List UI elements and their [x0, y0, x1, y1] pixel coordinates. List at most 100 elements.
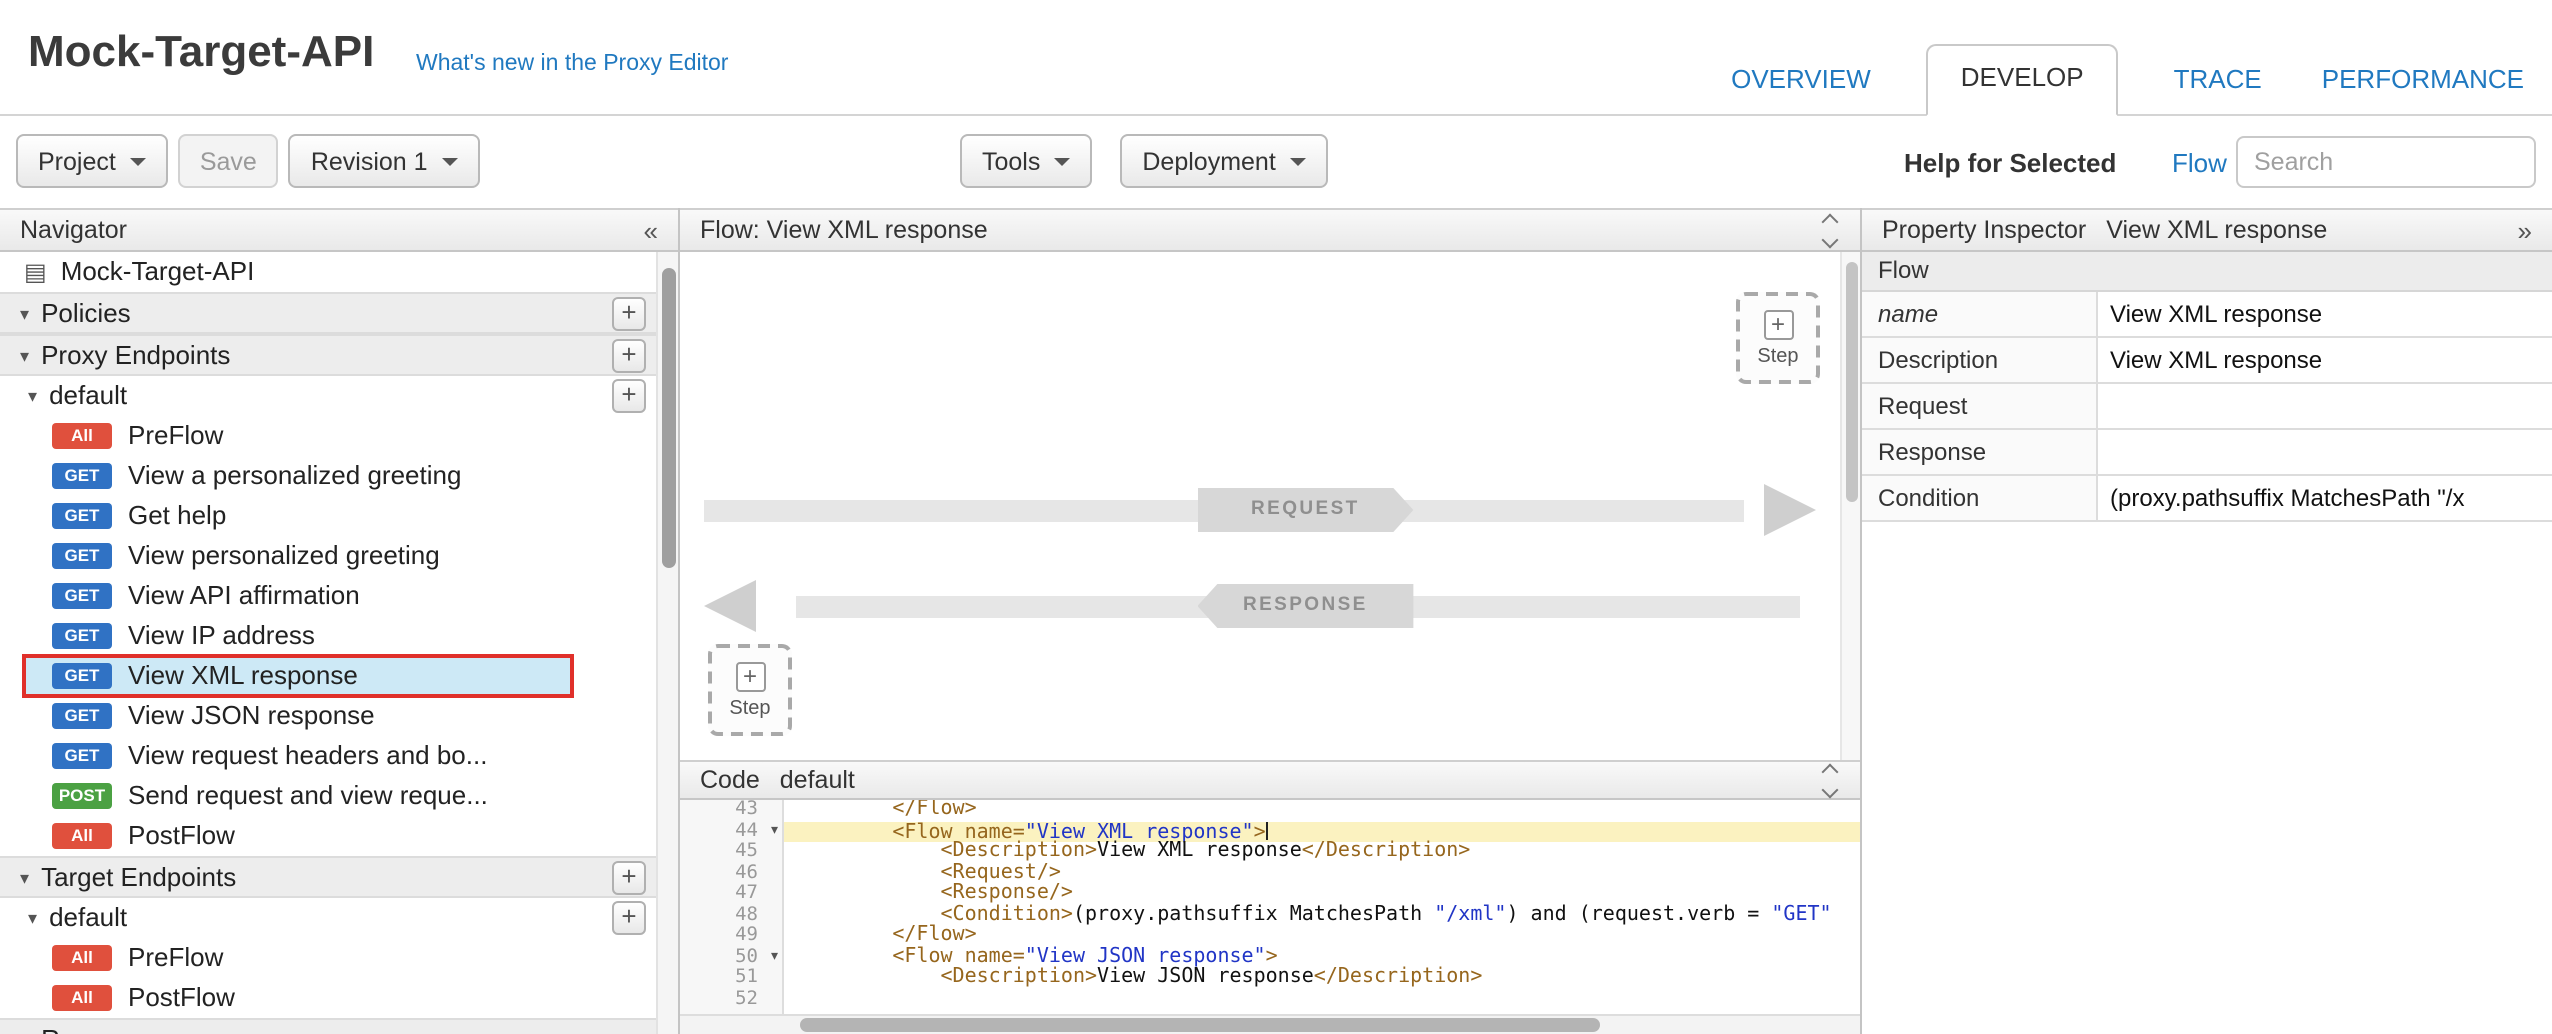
add-policy-button[interactable]: + — [612, 296, 646, 330]
flow-label: View a personalized greeting — [128, 456, 461, 496]
nav-flow-preflow[interactable]: All PreFlow — [0, 416, 678, 456]
scrollbar-thumb[interactable] — [1846, 262, 1858, 502]
add-step-button-response[interactable]: + Step — [1736, 292, 1820, 384]
property-value[interactable]: View XML response — [2098, 292, 2552, 336]
add-proxy-endpoint-button[interactable]: + — [612, 338, 646, 372]
code-line[interactable]: </Flow> — [784, 926, 1860, 947]
code-editor[interactable]: 43 44▾ 45 46 47 48 49 50▾ 51 52 </Flow> … — [680, 800, 1860, 1034]
method-badge-get: GET — [52, 543, 112, 569]
project-dropdown[interactable]: Project — [16, 134, 168, 188]
property-label: Description — [1862, 338, 2098, 382]
property-label: name — [1862, 292, 2098, 336]
code-line[interactable]: </Flow> — [784, 800, 1860, 821]
property-value[interactable]: View XML response — [2098, 338, 2552, 382]
code-line[interactable]: <Request/> — [784, 863, 1860, 884]
flow-canvas-scrollbar[interactable] — [1840, 252, 1860, 760]
request-flow-band: REQUEST — [680, 488, 1860, 532]
navigator-scrollbar[interactable] — [656, 252, 678, 1034]
method-badge-get: GET — [52, 703, 112, 729]
fold-toggle-icon[interactable]: ▾ — [771, 947, 778, 968]
expand-inspector-icon[interactable]: » — [2518, 215, 2532, 245]
scrollbar-thumb[interactable] — [800, 1018, 1600, 1032]
nav-section-clipped[interactable]: ▾Resources — [0, 1018, 678, 1034]
nav-section-policies[interactable]: ▾Policies + — [0, 292, 678, 334]
nav-flow-postflow[interactable]: All PostFlow — [0, 816, 678, 856]
scrollbar-thumb[interactable] — [662, 268, 676, 568]
nav-flow-view-xml-response-selected[interactable]: GET View XML response — [0, 656, 678, 696]
fold-toggle-icon[interactable]: ▾ — [771, 821, 778, 842]
nav-flow-view-a-personalized-greeting[interactable]: GET View a personalized greeting — [0, 456, 678, 496]
inspector-table: name View XML response Description View … — [1862, 292, 2552, 522]
add-flow-button[interactable]: + — [612, 379, 646, 413]
code-line[interactable]: <Condition>(proxy.pathsuffix MatchesPath… — [784, 905, 1860, 926]
collapse-navigator-icon[interactable]: « — [644, 215, 658, 245]
code-lines[interactable]: </Flow> <Flow name="View XML response"> … — [784, 800, 1860, 1014]
add-target-endpoint-button[interactable]: + — [612, 860, 646, 894]
navigator-header: Navigator « — [0, 208, 678, 252]
nav-flow-get-help[interactable]: GET Get help — [0, 496, 678, 536]
code-line[interactable]: <Flow name="View JSON response"> — [784, 947, 1860, 968]
nav-section-proxy-endpoints[interactable]: ▾Proxy Endpoints + — [0, 334, 678, 376]
section-label: Target Endpoints — [41, 862, 236, 892]
code-panel-header: Code default — [680, 760, 1860, 800]
deployment-dropdown[interactable]: Deployment — [1120, 134, 1327, 188]
caret-down-icon — [1054, 157, 1070, 165]
line-number: 50 — [735, 947, 758, 968]
nav-section-target-endpoints[interactable]: ▾Target Endpoints + — [0, 856, 678, 898]
xml-tag: <Request/> — [796, 861, 1061, 883]
flow-label: PreFlow — [128, 416, 223, 456]
search-input[interactable] — [2236, 136, 2536, 188]
help-flow-link[interactable]: Flow — [2172, 148, 2227, 178]
step-button-label: Step — [729, 697, 770, 719]
tab-trace[interactable]: TRACE — [2170, 48, 2266, 116]
collapse-flow-panel-icon[interactable] — [1824, 215, 1840, 245]
code-line[interactable]: <Response/> — [784, 884, 1860, 905]
nav-flow-send-request[interactable]: POST Send request and view reque... — [0, 776, 678, 816]
nav-flow-view-request-headers[interactable]: GET View request headers and bo... — [0, 736, 678, 776]
flow-label: View IP address — [128, 616, 315, 656]
nav-flow-view-personalized-greeting[interactable]: GET View personalized greeting — [0, 536, 678, 576]
code-line[interactable] — [784, 989, 1860, 1010]
tab-overview[interactable]: OVERVIEW — [1727, 48, 1875, 116]
property-value[interactable]: (proxy.pathsuffix MatchesPath "/x — [2098, 476, 2552, 520]
nav-target-endpoint-default[interactable]: ▾default + — [0, 898, 678, 938]
add-target-flow-button[interactable]: + — [612, 901, 646, 935]
save-button[interactable]: Save — [178, 134, 279, 188]
tools-dropdown[interactable]: Tools — [960, 134, 1092, 188]
xml-tag: <Condition> — [796, 903, 1073, 925]
nav-proxy-endpoint-default[interactable]: ▾default + — [0, 376, 678, 416]
code-horizontal-scrollbar[interactable] — [680, 1014, 1860, 1034]
flow-panel-title: Flow: View XML response — [700, 216, 988, 244]
project-dropdown-label: Project — [38, 147, 116, 175]
triangle-down-icon: ▾ — [20, 346, 29, 366]
method-badge-get: GET — [52, 623, 112, 649]
line-number: 44 — [735, 821, 758, 842]
add-step-button-request[interactable]: + Step — [708, 644, 792, 736]
revision-dropdown[interactable]: Revision 1 — [289, 134, 480, 188]
nav-flow-view-json-response[interactable]: GET View JSON response — [0, 696, 678, 736]
xml-text: ) and (request.verb = — [1506, 903, 1771, 925]
tab-develop[interactable]: DEVELOP — [1927, 44, 2118, 116]
inspector-row-description: Description View XML response — [1862, 338, 2552, 384]
nav-item-proxy-root[interactable]: ▤Mock-Target-API — [0, 252, 678, 292]
nav-flow-view-api-affirmation[interactable]: GET View API affirmation — [0, 576, 678, 616]
nav-flow-view-ip-address[interactable]: GET View IP address — [0, 616, 678, 656]
inspector-row-condition: Condition (proxy.pathsuffix MatchesPath … — [1862, 476, 2552, 522]
whats-new-link[interactable]: What's new in the Proxy Editor — [416, 52, 728, 76]
code-line-active[interactable]: <Flow name="View XML response"> — [784, 821, 1860, 842]
code-line[interactable]: <Description>View JSON response</Descrip… — [784, 968, 1860, 989]
inspector-row-response: Response — [1862, 430, 2552, 476]
code-file-tab[interactable]: default — [780, 766, 855, 794]
caret-down-icon — [1290, 157, 1306, 165]
collapse-code-panel-icon[interactable] — [1824, 765, 1840, 795]
nav-target-flow-preflow[interactable]: All PreFlow — [0, 938, 678, 978]
page-title: Mock-Target-API — [28, 26, 374, 78]
code-line[interactable]: <Description>View XML response</Descript… — [784, 842, 1860, 863]
tab-performance[interactable]: PERFORMANCE — [2318, 48, 2528, 116]
toolbar: Project Save Revision 1 Tools Deployment… — [0, 116, 2552, 208]
property-value[interactable] — [2098, 430, 2552, 474]
line-number-gutter: 43 44▾ 45 46 47 48 49 50▾ 51 52 — [680, 800, 784, 1014]
property-value[interactable] — [2098, 384, 2552, 428]
nav-target-flow-postflow[interactable]: All PostFlow — [0, 978, 678, 1018]
flow-label: View request headers and bo... — [128, 736, 487, 776]
